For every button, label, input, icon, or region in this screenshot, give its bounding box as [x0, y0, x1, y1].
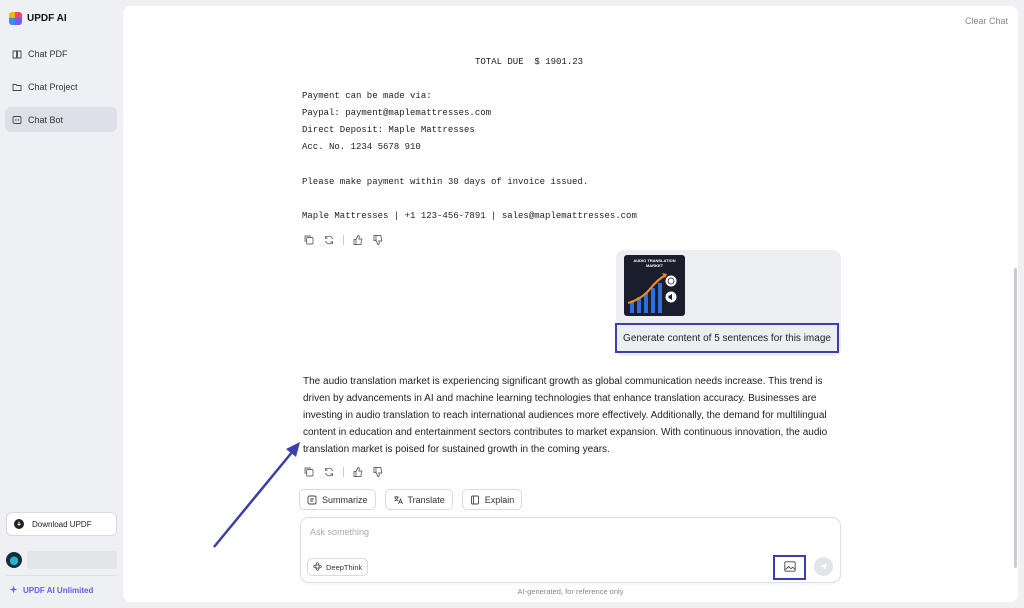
thumbs-down-icon[interactable]	[372, 234, 384, 246]
ask-input[interactable]	[310, 527, 770, 537]
thumbs-down-icon[interactable]	[372, 466, 384, 478]
invoice-line: Please make payment within 30 days of in…	[302, 177, 588, 187]
send-icon	[819, 558, 828, 576]
summarize-button[interactable]: Summarize	[299, 489, 376, 510]
user-prompt-text: Generate content of 5 sentences for this…	[615, 323, 839, 353]
avatar	[6, 552, 22, 568]
invoice-line: Acc. No. 1234 5678 910	[302, 142, 421, 152]
summarize-icon	[307, 495, 317, 505]
chip-label: Translate	[408, 495, 445, 505]
download-updf-button[interactable]: Download UPDF	[6, 512, 117, 536]
sidebar-item-label: Chat PDF	[28, 49, 68, 59]
chip-label: Summarize	[322, 495, 368, 505]
sidebar-divider	[6, 575, 117, 576]
sidebar-item-label: Chat Project	[28, 82, 78, 92]
sparkle-icon	[9, 585, 18, 596]
sidebar: UPDF AI Chat PDF Chat Project Chat Bot D…	[0, 0, 122, 608]
explain-icon	[470, 495, 480, 505]
invoice-line: Maple Mattresses | +1 123-456-7891 | sal…	[302, 211, 637, 221]
book-icon	[12, 49, 22, 59]
image-icon	[784, 559, 796, 577]
invoice-line: Payment can be made via:	[302, 91, 432, 101]
download-label: Download UPDF	[32, 520, 92, 529]
chat-bot-icon	[12, 115, 22, 125]
chat-input-box: DeepThink	[300, 517, 841, 583]
ai-disclaimer: AI-generated, for reference only	[123, 587, 1018, 596]
translate-button[interactable]: Translate	[385, 489, 453, 510]
copy-icon[interactable]	[303, 466, 315, 478]
answer-actions	[303, 466, 384, 478]
invoice-line: Direct Deposit: Maple Mattresses	[302, 125, 475, 135]
ai-answer: The audio translation market is experien…	[303, 373, 843, 458]
uploaded-image-thumbnail[interactable]: AUDIO TRANSLATION MARKET	[624, 255, 685, 316]
brand: UPDF AI	[9, 12, 67, 25]
sidebar-item-label: Chat Bot	[28, 115, 63, 125]
brand-name: UPDF AI	[27, 13, 67, 24]
copy-icon[interactable]	[303, 234, 315, 246]
invoice-line: Paypal: payment@maplemattresses.com	[302, 108, 491, 118]
explain-button[interactable]: Explain	[462, 489, 523, 510]
user-name-redacted	[27, 551, 117, 569]
upload-image-button[interactable]	[773, 555, 806, 580]
invoice-total-due: TOTAL DUE $ 1901.23	[475, 57, 583, 67]
user-profile[interactable]	[6, 551, 117, 569]
translate-icon	[393, 495, 403, 505]
thumbs-up-icon[interactable]	[352, 466, 364, 478]
sidebar-item-chat-bot[interactable]: Chat Bot	[5, 107, 117, 132]
sidebar-item-chat-pdf[interactable]: Chat PDF	[5, 41, 117, 66]
thumbs-up-icon[interactable]	[352, 234, 364, 246]
updf-logo-icon	[9, 12, 22, 25]
upgrade-link[interactable]: UPDF AI Unlimited	[9, 585, 93, 596]
regenerate-icon[interactable]	[323, 466, 335, 478]
user-message: AUDIO TRANSLATION MARKET Generate conten…	[616, 250, 841, 356]
deepthink-label: DeepThink	[326, 563, 362, 572]
regenerate-icon[interactable]	[323, 234, 335, 246]
folder-icon	[12, 82, 22, 92]
send-button[interactable]	[814, 557, 833, 576]
sidebar-item-chat-project[interactable]: Chat Project	[5, 74, 117, 99]
scrollbar[interactable]	[1014, 268, 1017, 568]
atom-icon	[313, 562, 322, 573]
chat-panel: Clear Chat TOTAL DUE $ 1901.23 Payment c…	[123, 6, 1018, 602]
upgrade-label: UPDF AI Unlimited	[23, 586, 93, 595]
message-actions	[303, 234, 384, 246]
quick-actions: Summarize Translate Explain	[299, 489, 522, 510]
clear-chat-button[interactable]: Clear Chat	[965, 16, 1008, 26]
download-icon	[14, 519, 24, 529]
chip-label: Explain	[485, 495, 515, 505]
deepthink-toggle[interactable]: DeepThink	[307, 558, 368, 576]
